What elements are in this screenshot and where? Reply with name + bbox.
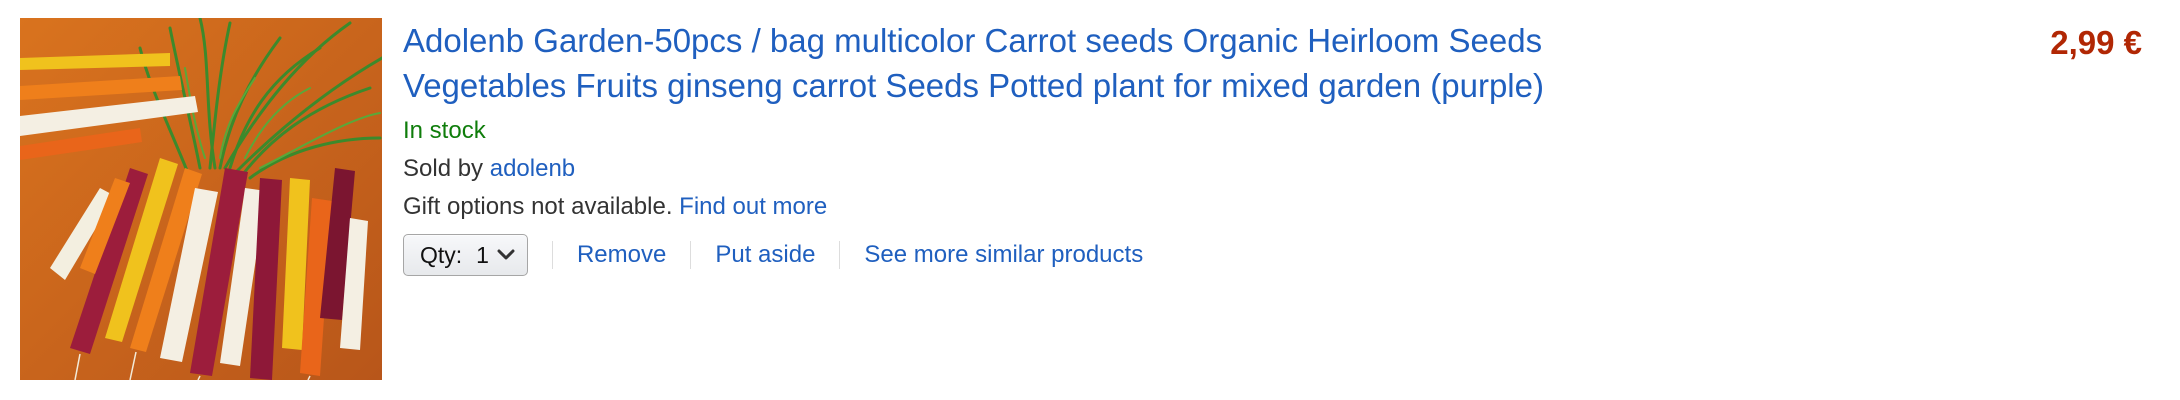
availability-status: In stock <box>403 117 486 144</box>
multicolor-carrots-photo <box>20 18 382 380</box>
qty-value: 1 <box>476 241 489 268</box>
gift-options-text: Gift options not available. <box>403 193 673 220</box>
quantity-dropdown[interactable]: Qty: 1 <box>403 234 528 276</box>
put-aside-link[interactable]: Put aside <box>715 241 815 269</box>
chevron-down-icon <box>497 249 515 261</box>
product-details: Adolenb Garden-50pcs / bag multicolor Ca… <box>403 18 1963 276</box>
product-title-link[interactable]: Adolenb Garden-50pcs / bag multicolor Ca… <box>403 18 1703 108</box>
divider <box>839 241 841 269</box>
product-price: 2,99 € <box>2050 24 2142 61</box>
product-image[interactable] <box>20 18 382 380</box>
qty-label: Qty: <box>420 241 463 268</box>
find-out-more-link[interactable]: Find out more <box>679 193 827 220</box>
sold-by-label: Sold by <box>403 155 484 182</box>
item-actions: Qty: 1 Remove Put aside See more similar… <box>403 234 1963 276</box>
seller-link[interactable]: adolenb <box>490 155 575 182</box>
see-similar-products-link[interactable]: See more similar products <box>864 241 1143 269</box>
cart-item: Adolenb Garden-50pcs / bag multicolor Ca… <box>0 0 2180 400</box>
remove-link[interactable]: Remove <box>577 241 666 269</box>
gift-options-line: Gift options not available. Find out mor… <box>403 192 1963 222</box>
divider <box>690 241 692 269</box>
divider <box>551 241 553 269</box>
seller-line: Sold by adolenb <box>403 154 1963 184</box>
